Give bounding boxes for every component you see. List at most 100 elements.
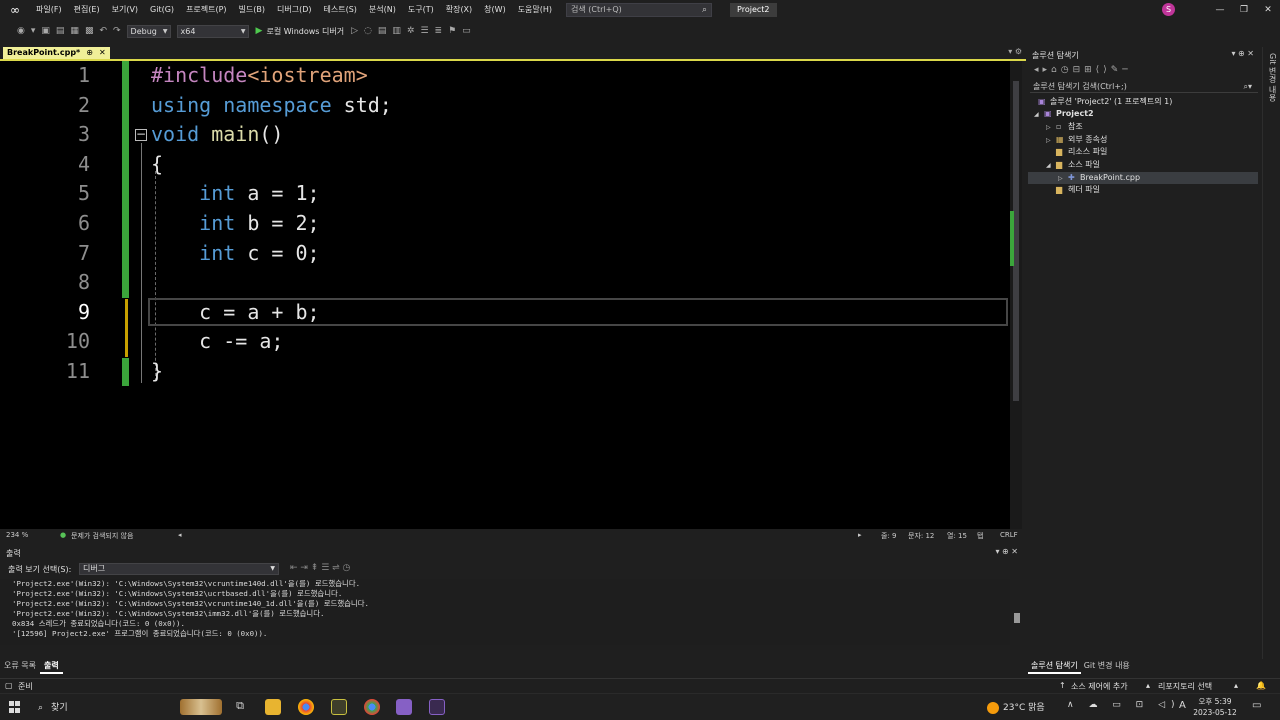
solution-icon: ▣ bbox=[1038, 97, 1046, 106]
notes-app-icon[interactable] bbox=[331, 699, 347, 715]
start-debugger-button[interactable]: 로컬 Windows 디버거 bbox=[266, 26, 344, 37]
system-tray[interactable]: ∧ ☁ ▭ ⊡ ◁) bbox=[1067, 700, 1181, 710]
menu-test[interactable]: 테스트(S) bbox=[318, 0, 363, 20]
minimize-icon[interactable]: — bbox=[1208, 0, 1232, 20]
hot-reload-icon[interactable]: ◌ bbox=[364, 26, 372, 36]
close-icon[interactable]: ✕ bbox=[99, 47, 106, 59]
expanded-arrow-icon[interactable]: ◢ bbox=[1034, 109, 1044, 121]
close-icon[interactable]: ✕ bbox=[1256, 0, 1280, 20]
tab-solution-explorer[interactable]: 솔루션 탐색기 bbox=[1028, 659, 1081, 674]
taskbar-search[interactable]: ⌕ 찾기 bbox=[38, 700, 68, 713]
toolbox-icon[interactable]: ▤ bbox=[378, 26, 387, 36]
add-to-source-control[interactable]: 소스 제어에 추가 bbox=[1071, 681, 1128, 692]
select-repository[interactable]: 리포지토리 선택 bbox=[1158, 681, 1212, 692]
menu-window[interactable]: 창(W) bbox=[478, 0, 512, 20]
side-tab-git-changes[interactable]: Git 변경 내용 bbox=[1267, 53, 1278, 102]
tab-git-changes[interactable]: Git 변경 내용 bbox=[1081, 659, 1133, 674]
new-project-icon[interactable]: ▣ bbox=[41, 26, 50, 36]
collapse-icon[interactable]: − bbox=[135, 128, 147, 141]
align-icon[interactable]: ☰ bbox=[420, 26, 428, 36]
start-debug-icon[interactable]: ▶ bbox=[256, 26, 263, 36]
code-editor[interactable]: 1 2 3 4 5 6 7 8 9 10 11 − #include<iostr… bbox=[0, 61, 1022, 529]
tab-output[interactable]: 출력 bbox=[39, 659, 63, 674]
platform-select[interactable]: x64 ▼ bbox=[176, 24, 249, 38]
solution-config-select[interactable]: Debug ▼ bbox=[126, 24, 171, 38]
back-icon[interactable]: ◉ bbox=[17, 26, 25, 36]
maximize-icon[interactable]: ❐ bbox=[1232, 0, 1256, 20]
output-text[interactable]: 'Project2.exe'(Win32): 'C:\Windows\Syste… bbox=[0, 579, 1010, 645]
tree-item-project[interactable]: ◢ ▣ Project2 bbox=[1028, 108, 1258, 120]
collapsed-arrow-icon[interactable]: ▷ bbox=[1046, 122, 1056, 134]
weather-widget[interactable]: 23°C 맑음 bbox=[987, 700, 1045, 714]
comment-icon[interactable]: ▭ bbox=[462, 26, 471, 36]
solution-explorer-toolbar[interactable]: ◂▸⌂◷⊟⊞⟨⟩✎─ bbox=[1034, 65, 1132, 75]
panel-options-icon[interactable]: ▾ ⊕ ✕ bbox=[995, 547, 1018, 556]
project-name-badge[interactable]: Project2 bbox=[730, 3, 777, 17]
menu-extensions[interactable]: 확장(X) bbox=[440, 0, 478, 20]
tree-item-source-files[interactable]: ◢ ▆ 소스 파일 bbox=[1028, 159, 1258, 171]
menu-view[interactable]: 보기(V) bbox=[106, 0, 144, 20]
global-search-box[interactable]: 검색 (Ctrl+Q) ⌕ bbox=[566, 3, 713, 17]
notification-center-icon[interactable]: ▭ bbox=[1252, 700, 1261, 711]
tree-item-breakpoint-cpp[interactable]: ▷ ✚ BreakPoint.cpp bbox=[1028, 172, 1258, 184]
menu-tools[interactable]: 도구(T) bbox=[402, 0, 440, 20]
scroll-right-icon[interactable]: ▸ bbox=[858, 531, 862, 539]
whitespace-mode[interactable]: 탭 bbox=[977, 531, 983, 541]
save-icon[interactable]: ▦ bbox=[70, 26, 79, 36]
output-source-select[interactable]: 디버그 ▼ bbox=[79, 563, 279, 575]
task-view-icon[interactable]: ⧉ bbox=[232, 699, 248, 715]
bookmark-icon[interactable]: ⚑ bbox=[448, 26, 456, 36]
undo-icon[interactable]: ↶ bbox=[99, 26, 107, 36]
chrome-icon[interactable] bbox=[298, 699, 314, 715]
solution-search-box[interactable]: 솔루션 탐색기 검색(Ctrl+;) ⌕▾ bbox=[1030, 80, 1258, 93]
taskbar-promo-icon[interactable] bbox=[180, 699, 222, 715]
menu-debug[interactable]: 디버그(D) bbox=[271, 0, 317, 20]
output-toolbar-icons[interactable]: ⇤ ⇥ ⇞ ☰ ⇌ ◷ bbox=[290, 563, 350, 573]
output-scrollbar[interactable] bbox=[1012, 579, 1022, 653]
tree-item-external-deps[interactable]: ▷ ▦ 외부 종속성 bbox=[1028, 134, 1258, 146]
tree-item-references[interactable]: ▷ ▫ 참조 bbox=[1028, 121, 1258, 133]
bug-icon[interactable]: ✲ bbox=[407, 26, 415, 36]
tree-item-resource-files[interactable]: ▆ 리소스 파일 bbox=[1028, 146, 1258, 158]
open-file-icon[interactable]: ▤ bbox=[56, 26, 65, 36]
redo-icon[interactable]: ↷ bbox=[113, 26, 121, 36]
layout-icon[interactable]: ▥ bbox=[392, 26, 401, 36]
zoom-level[interactable]: 234 % bbox=[6, 531, 28, 539]
notifications-icon[interactable]: 🔔 bbox=[1256, 681, 1266, 690]
expanded-arrow-icon[interactable]: ◢ bbox=[1046, 160, 1056, 172]
system-clock[interactable]: 오후 5:39 2023-05-12 bbox=[1191, 696, 1239, 718]
tree-item-solution[interactable]: ▣ 솔루션 'Project2' (1 프로젝트의 1) bbox=[1028, 96, 1258, 108]
tab-overflow-icon[interactable]: ▾ ⚙ bbox=[1008, 47, 1022, 56]
folder-icon: ▆ bbox=[1056, 147, 1063, 156]
forward-icon[interactable]: ▾ bbox=[31, 26, 36, 36]
menu-project[interactable]: 프로젝트(P) bbox=[180, 0, 233, 20]
issues-status[interactable]: 문제가 검색되지 않음 bbox=[71, 531, 133, 541]
menu-help[interactable]: 도움말(H) bbox=[512, 0, 558, 20]
line-ending[interactable]: CRLF bbox=[1000, 531, 1018, 539]
tab-error-list[interactable]: 오류 목록 bbox=[0, 659, 40, 674]
menu-edit[interactable]: 편집(E) bbox=[68, 0, 106, 20]
indent-icon[interactable]: ≣ bbox=[435, 26, 443, 36]
windows-start-icon[interactable] bbox=[9, 701, 21, 713]
ime-indicator[interactable]: A bbox=[1179, 700, 1186, 711]
pin-icon[interactable]: ⊕ bbox=[86, 47, 93, 59]
chrome-profile-icon[interactable] bbox=[364, 699, 380, 715]
file-explorer-icon[interactable] bbox=[265, 699, 281, 715]
scroll-left-icon[interactable]: ◂ bbox=[178, 531, 182, 539]
console-app-icon[interactable] bbox=[429, 699, 445, 715]
menu-analyze[interactable]: 분석(N) bbox=[363, 0, 402, 20]
menu-build[interactable]: 빌드(B) bbox=[233, 0, 271, 20]
panel-options-icon[interactable]: ▾ ⊕ ✕ bbox=[1231, 49, 1254, 58]
run-without-debug-icon[interactable]: ▷ bbox=[351, 26, 358, 36]
menu-git[interactable]: Git(G) bbox=[144, 0, 180, 20]
tree-item-header-files[interactable]: ▆ 헤더 파일 bbox=[1028, 184, 1258, 196]
account-avatar[interactable]: S bbox=[1162, 3, 1175, 16]
references-icon: ▫ bbox=[1056, 122, 1062, 131]
line-number: 2 bbox=[77, 93, 90, 117]
visual-studio-taskbar-icon[interactable] bbox=[396, 699, 412, 715]
menu-file[interactable]: 파일(F) bbox=[30, 0, 68, 20]
save-all-icon[interactable]: ▩ bbox=[85, 26, 94, 36]
editor-vertical-scrollbar[interactable] bbox=[1010, 61, 1022, 529]
doc-tab-breakpoint-cpp[interactable]: BreakPoint.cpp* ⊕ ✕ bbox=[3, 47, 110, 59]
scrollbar-thumb[interactable] bbox=[1014, 613, 1020, 623]
